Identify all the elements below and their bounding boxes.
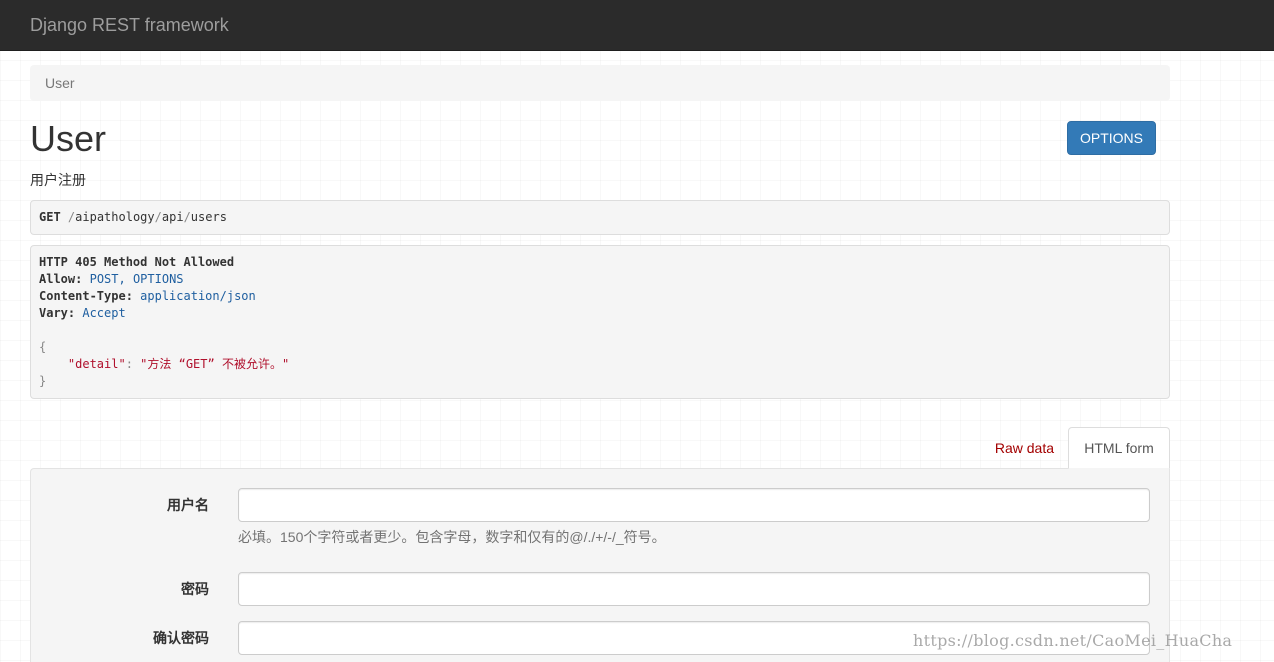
json-close-brace: } <box>39 374 47 388</box>
navbar: Django REST framework <box>0 0 1274 51</box>
page-title: User <box>30 118 107 159</box>
response-status: HTTP 405 Method Not Allowed <box>39 255 235 269</box>
json-value-detail: "方法 “GET” 不被允许。" <box>140 357 290 371</box>
response-header-key: Allow: <box>39 272 83 286</box>
request-path-segment-api[interactable]: api <box>162 210 184 224</box>
tab-raw-data[interactable]: Raw data <box>980 427 1069 469</box>
page-description: 用户注册 <box>30 172 86 188</box>
response-header-value: Accept <box>82 306 126 320</box>
breadcrumb: User <box>30 65 1170 101</box>
response-header-key: Vary: <box>39 306 76 320</box>
breadcrumb-item-user: User <box>45 75 75 91</box>
confirm-password-label: 确认密码 <box>153 630 209 646</box>
request-method: GET <box>39 210 61 224</box>
watermark-text: https://blog.csdn.net/CaoMei_HuaCha <box>913 631 1233 650</box>
response-header-value: POST, OPTIONS <box>89 272 184 286</box>
username-label: 用户名 <box>167 497 209 513</box>
content-tabs: Raw data HTML form <box>30 427 1170 469</box>
tab-html-form[interactable]: HTML form <box>1068 427 1170 469</box>
request-info: GET /aipathology/api/users <box>30 200 1170 235</box>
request-path-slash: / <box>183 210 191 224</box>
request-path-slash: / <box>154 210 162 224</box>
navbar-brand-link[interactable]: Django REST framework <box>30 14 229 36</box>
request-path-segment-aipathology[interactable]: aipathology <box>75 210 154 224</box>
username-input[interactable] <box>238 488 1150 522</box>
response-header-value: application/json <box>140 289 256 303</box>
json-key-detail: "detail" <box>67 357 126 371</box>
response-info: HTTP 405 Method Not Allowed Allow: POST, … <box>30 245 1170 399</box>
json-open-brace: { <box>39 340 47 354</box>
username-help-text: 必填。150个字符或者更少。包含字母，数字和仅有的@/./+/-/_符号。 <box>238 529 666 545</box>
request-path-segment-users[interactable]: users <box>191 210 227 224</box>
response-header-key: Content-Type: <box>39 289 133 303</box>
password-input[interactable] <box>238 572 1150 606</box>
password-label: 密码 <box>181 581 209 597</box>
json-separator: : <box>125 357 141 371</box>
options-button[interactable]: OPTIONS <box>1067 121 1156 155</box>
